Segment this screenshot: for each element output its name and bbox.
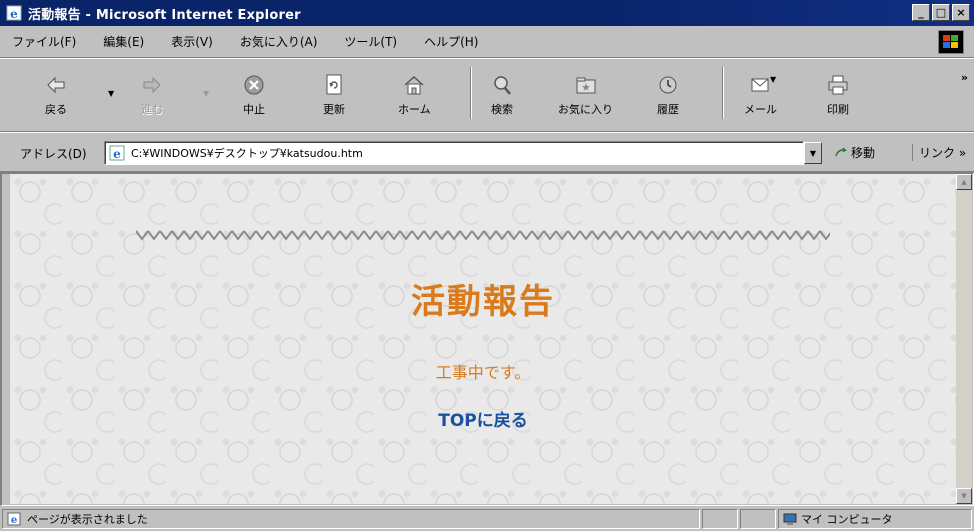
menu-view[interactable]: 表示(V)	[169, 31, 215, 52]
ie-page-icon: e	[6, 5, 22, 21]
status-security-panel	[740, 509, 776, 529]
stop-icon	[244, 75, 264, 95]
mail-dropdown-icon[interactable]: ▼	[770, 75, 776, 84]
history-button[interactable]: 履歴	[656, 67, 680, 123]
toolbar-separator	[470, 67, 472, 119]
address-dropdown-button[interactable]: ▼	[804, 142, 822, 164]
menu-favorites[interactable]: お気に入り(A)	[238, 31, 320, 52]
home-button[interactable]: ホーム	[398, 67, 431, 123]
status-message: ページが表示されました	[27, 513, 148, 526]
print-button[interactable]: 印刷	[826, 67, 850, 123]
status-bar: e ページが表示されました マイ コンピュータ	[0, 506, 974, 531]
scroll-up-button[interactable]: ▲	[956, 174, 972, 190]
toolbar-more-chevron[interactable]: »	[961, 71, 968, 84]
history-icon	[659, 76, 677, 94]
forward-dropdown-icon[interactable]: ▼	[203, 89, 209, 98]
scroll-down-button[interactable]: ▼	[956, 488, 972, 504]
forward-arrow-icon	[143, 76, 161, 94]
status-zone-panel: マイ コンピュータ	[778, 509, 972, 529]
window-title: 活動報告 - Microsoft Internet Explorer	[28, 7, 301, 23]
my-computer-icon	[783, 513, 797, 525]
address-bar: アドレス(D) e C:¥WINDOWS¥デスクトップ¥katsudou.htm…	[0, 132, 974, 172]
zigzag-divider	[136, 228, 830, 242]
search-button[interactable]: 検索	[490, 67, 514, 123]
window-controls: _ □ ×	[912, 4, 970, 21]
back-dropdown-icon[interactable]: ▼	[108, 89, 114, 98]
forward-button[interactable]: 進む	[140, 67, 164, 123]
go-arrow-icon	[835, 146, 848, 156]
svg-text:e: e	[11, 515, 17, 526]
address-input[interactable]: e C:¥WINDOWS¥デスクトップ¥katsudou.htm	[104, 141, 804, 165]
menu-file[interactable]: ファイル(F)	[10, 31, 78, 52]
favorites-folder-icon	[576, 77, 595, 94]
page-loaded-icon: e	[7, 512, 21, 526]
minimize-button[interactable]: _	[912, 4, 930, 21]
vertical-scrollbar[interactable]: ▲ ▼	[956, 174, 972, 504]
menu-tools[interactable]: ツール(T)	[342, 31, 399, 52]
print-icon	[828, 75, 848, 95]
refresh-icon	[326, 74, 342, 95]
address-url: C:¥WINDOWS¥デスクトップ¥katsudou.htm	[131, 147, 363, 160]
stop-button[interactable]: 中止	[242, 67, 266, 123]
status-message-panel: e ページが表示されました	[2, 509, 700, 529]
svg-text:e: e	[10, 7, 18, 21]
menu-help[interactable]: ヘルプ(H)	[422, 31, 480, 52]
zone-label: マイ コンピュータ	[801, 513, 893, 526]
search-icon	[494, 76, 511, 95]
status-progress-panel	[702, 509, 738, 529]
home-icon	[404, 75, 424, 95]
back-to-top-link[interactable]: TOPに戻る	[10, 406, 956, 431]
windows-logo-icon	[938, 30, 964, 54]
page-heading: 活動報告	[411, 282, 555, 322]
standard-toolbar: 戻る ▼ 進む ▼ 中止 更新 ホーム 検索 お気に入り 履歴 メール ▼ 印刷…	[0, 58, 974, 132]
toolbar-separator	[722, 67, 724, 119]
page-icon: e	[109, 145, 125, 161]
links-toolbar-button[interactable]: リンク »	[912, 144, 966, 161]
go-label: 移動	[851, 146, 876, 160]
back-arrow-icon	[47, 76, 65, 94]
under-construction-notice: 工事中です。	[435, 363, 531, 382]
favorites-button[interactable]: お気に入り	[558, 67, 613, 123]
menu-edit[interactable]: 編集(E)	[101, 31, 146, 52]
maximize-button[interactable]: □	[932, 4, 950, 21]
mail-icon	[751, 78, 768, 92]
go-button[interactable]: 移動	[834, 144, 875, 161]
refresh-button[interactable]: 更新	[322, 67, 346, 123]
close-button[interactable]: ×	[952, 4, 970, 21]
title-bar: e 活動報告 - Microsoft Internet Explorer _ □…	[0, 0, 974, 26]
svg-text:e: e	[113, 147, 121, 161]
address-label: アドレス(D)	[20, 147, 87, 161]
back-button[interactable]: 戻る	[44, 67, 68, 123]
menu-bar: ファイル(F) 編集(E) 表示(V) お気に入り(A) ツール(T) ヘルプ(…	[0, 26, 974, 58]
page-content: 活動報告 工事中です。 TOPに戻る	[10, 174, 956, 504]
